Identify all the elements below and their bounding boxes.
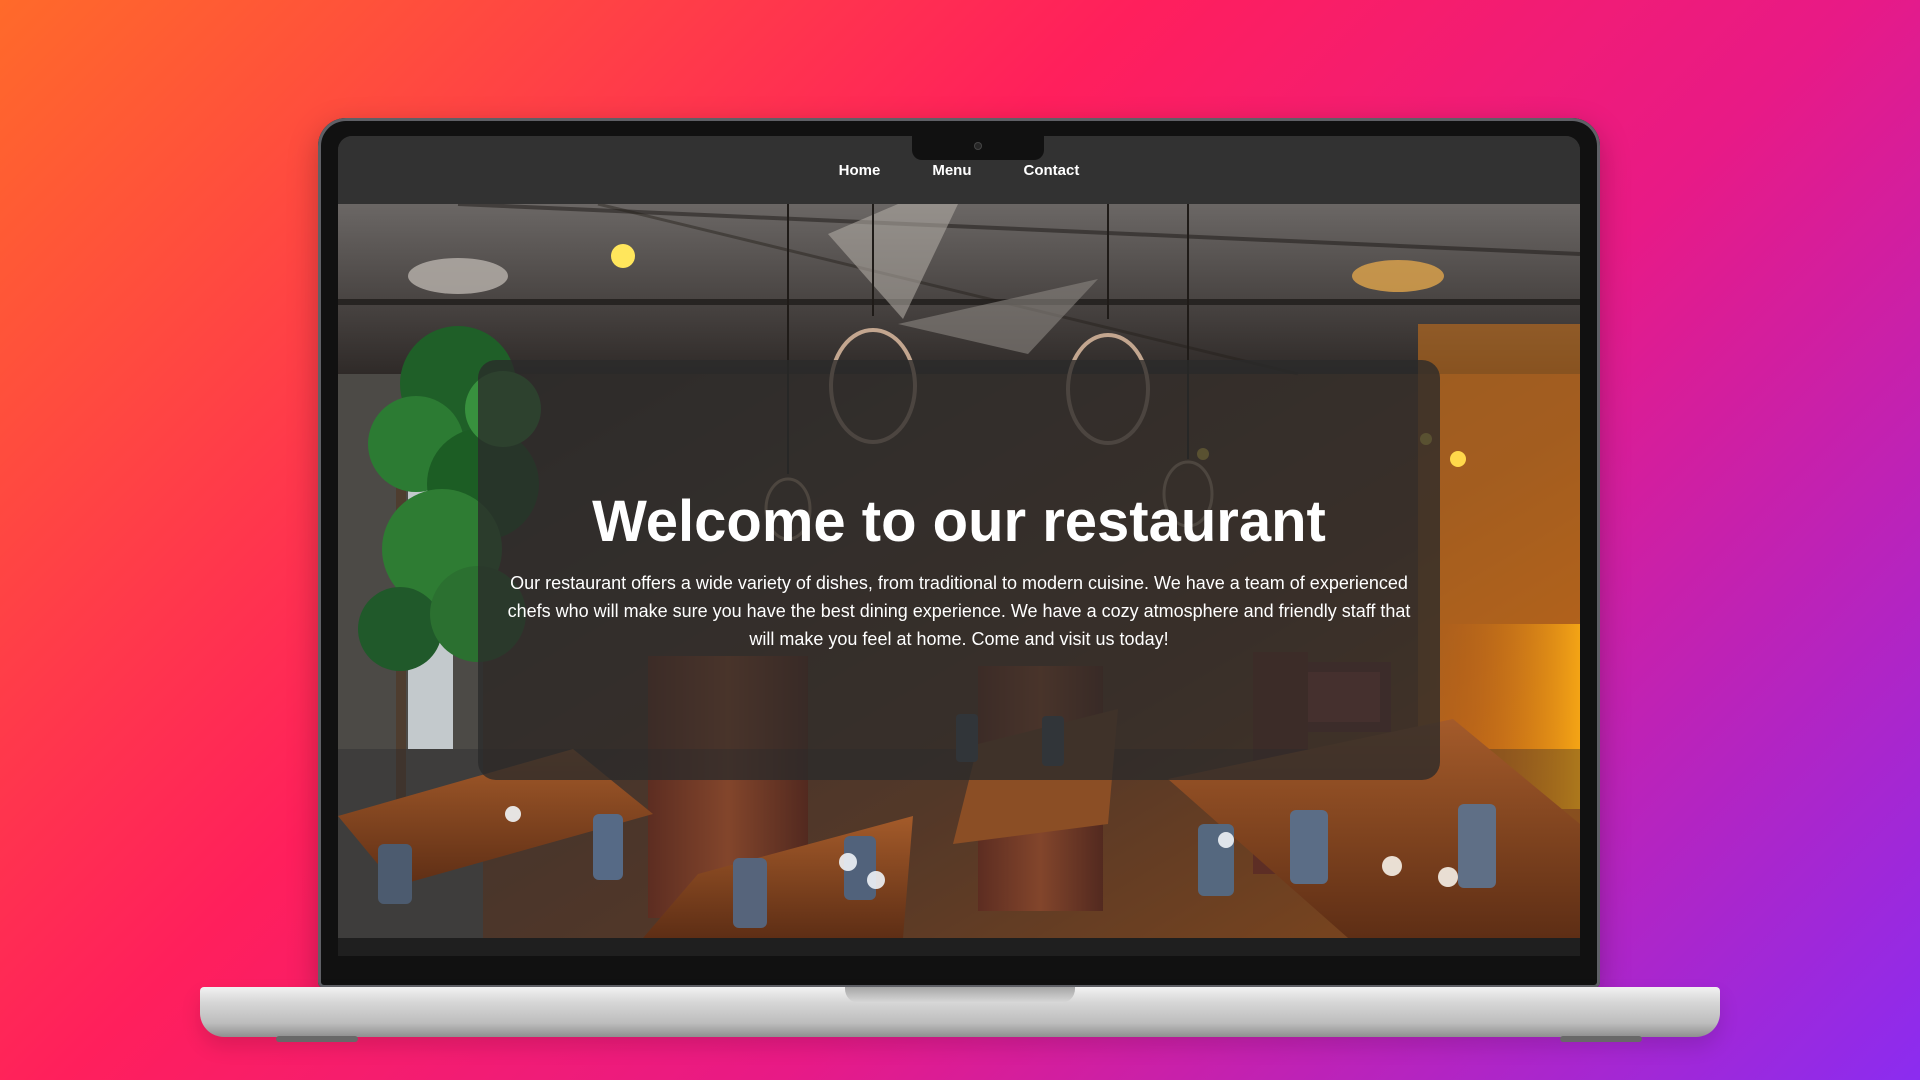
camera-notch: [912, 136, 1044, 160]
nav-home-link[interactable]: Home: [839, 162, 881, 179]
screen-bottom-bezel: [338, 938, 1580, 956]
laptop-base: [200, 987, 1720, 1037]
laptop-hinge-lip: [845, 987, 1075, 1003]
camera-icon: [974, 142, 982, 150]
nav-contact-link[interactable]: Contact: [1024, 162, 1080, 179]
laptop-foot-right: [1560, 1036, 1642, 1042]
laptop-foot-left: [276, 1036, 358, 1042]
laptop-mockup: Home Menu Contact Welcome to our restaur…: [318, 118, 1600, 988]
hero-title: Welcome to our restaurant: [592, 489, 1326, 554]
hero-section: Welcome to our restaurant Our restaurant…: [338, 204, 1580, 938]
laptop-screen: Home Menu Contact Welcome to our restaur…: [338, 136, 1580, 956]
hero-description: Our restaurant offers a wide variety of …: [507, 572, 1411, 649]
welcome-card: Welcome to our restaurant Our restaurant…: [478, 360, 1440, 780]
nav-menu-link[interactable]: Menu: [932, 162, 971, 179]
